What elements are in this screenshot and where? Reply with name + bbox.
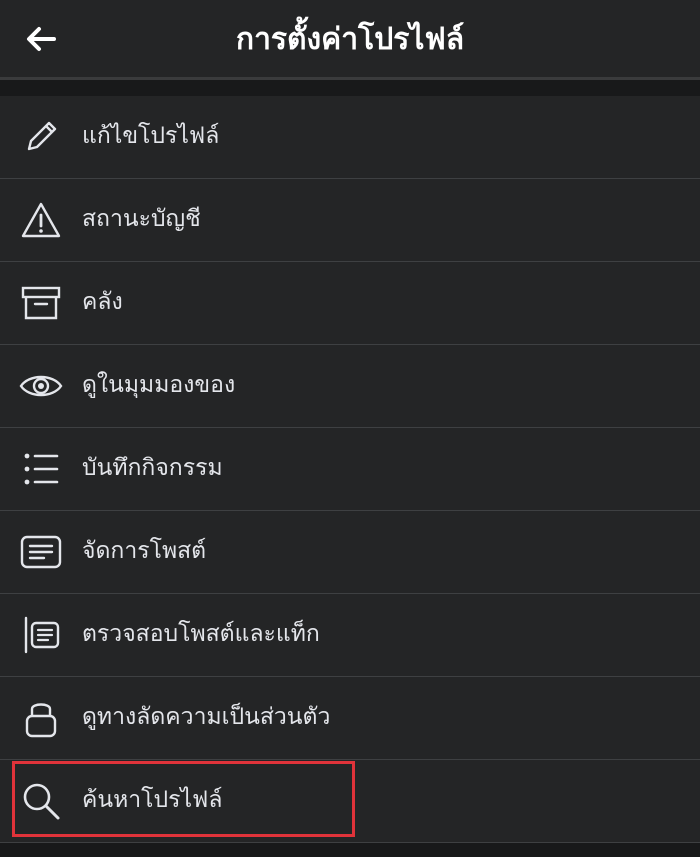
menu-item-label: ดูทางลัดความเป็นส่วนตัว (82, 704, 331, 730)
menu-item-label: สถานะบัญชี (82, 206, 201, 232)
page-title: การตั้งค่าโปรไฟล์ (235, 22, 465, 57)
eye-icon (18, 363, 64, 409)
menu-item-review-posts-tags[interactable]: ตรวจสอบโพสต์และแท็ก (0, 594, 700, 677)
menu-item-view-as[interactable]: ดูในมุมมองของ (0, 345, 700, 428)
menu-item-label: ดูในมุมมองของ (82, 372, 236, 398)
menu-item-label: บันทึกกิจกรรม (82, 455, 223, 481)
archive-box-icon (18, 280, 64, 326)
menu-item-label: แก้ไขโปรไฟล์ (82, 123, 220, 149)
list-icon (18, 446, 64, 492)
menu-item-manage-posts[interactable]: จัดการโพสต์ (0, 511, 700, 594)
post-lines-icon (18, 529, 64, 575)
menu-item-edit-profile[interactable]: แก้ไขโปรไฟล์ (0, 96, 700, 179)
menu-item-label: จัดการโพสต์ (82, 538, 207, 564)
header-bar: การตั้งค่าโปรไฟล์ (0, 0, 700, 80)
menu-item-archive[interactable]: คลัง (0, 262, 700, 345)
menu-item-label: ค้นหาโปรไฟล์ (82, 787, 223, 813)
profile-settings-screen: การตั้งค่าโปรไฟล์ แก้ไขโปรไฟล์ สถานะบัญช… (0, 0, 700, 857)
bottom-strip (0, 843, 700, 857)
menu-item-label: คลัง (82, 289, 123, 315)
settings-menu: แก้ไขโปรไฟล์ สถานะบัญชี คลัง ดูในมุมมองข… (0, 96, 700, 843)
menu-item-label: ตรวจสอบโพสต์และแท็ก (82, 621, 320, 647)
menu-item-search-profile[interactable]: ค้นหาโปรไฟล์ (0, 760, 700, 843)
menu-item-activity-log[interactable]: บันทึกกิจกรรม (0, 428, 700, 511)
warning-triangle-icon (18, 197, 64, 243)
lock-icon (18, 695, 64, 741)
review-posts-icon (18, 612, 64, 658)
pencil-icon (18, 114, 64, 160)
menu-item-privacy-shortcuts[interactable]: ดูทางลัดความเป็นส่วนตัว (0, 677, 700, 760)
header-gap (0, 80, 700, 96)
menu-item-account-status[interactable]: สถานะบัญชี (0, 179, 700, 262)
search-icon (18, 778, 64, 824)
